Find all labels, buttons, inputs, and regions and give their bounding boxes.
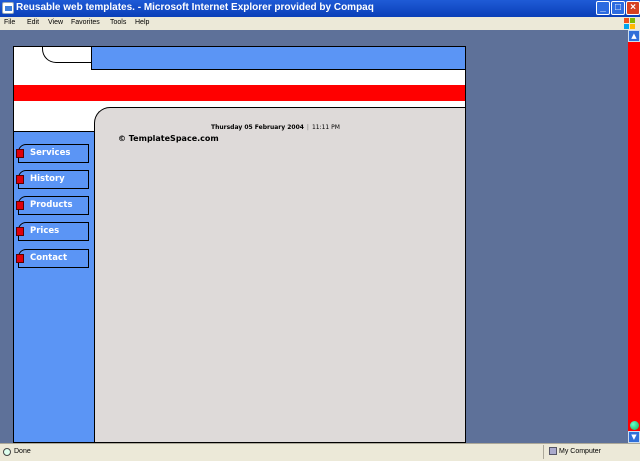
nav-label: Products [30, 200, 73, 210]
nav-label: History [30, 174, 65, 184]
title-bar: Reusable web templates. - Microsoft Inte… [0, 0, 640, 17]
globe-icon [630, 421, 639, 430]
menu-help[interactable]: Help [135, 19, 149, 26]
minimize-button[interactable]: _ [596, 1, 610, 15]
nav-label: Contact [30, 253, 68, 263]
red-bullet-icon [16, 149, 24, 158]
done-page-icon [3, 448, 11, 456]
red-bullet-icon [16, 254, 24, 263]
status-text: Done [14, 448, 31, 455]
close-button[interactable]: × [626, 1, 640, 15]
zone-label: My Computer [559, 448, 602, 455]
current-date: Thursday 05 February 2004 [211, 124, 304, 131]
copyright-text: © TemplateSpace.com [118, 134, 219, 143]
scroll-up-arrow-icon[interactable]: ▲ [628, 30, 640, 42]
header-curve [42, 47, 92, 63]
red-bullet-icon [16, 175, 24, 184]
nav-products-button[interactable]: Products [16, 196, 89, 215]
date-time-stamp: Thursday 05 February 2004 | 11:11 PM [211, 124, 340, 131]
template-page: Thursday 05 February 2004 | 11:11 PM © Tem… [13, 46, 466, 443]
red-bullet-icon [16, 201, 24, 210]
nav-label: Prices [30, 226, 60, 236]
menu-favorites[interactable]: Favorites [71, 19, 100, 26]
browser-viewport: Thursday 05 February 2004 | 11:11 PM © Tem… [0, 30, 628, 443]
status-bar: Done My Computer [0, 443, 640, 461]
header-blue-band [91, 47, 465, 70]
date-separator: | [306, 124, 309, 131]
content-panel: Thursday 05 February 2004 | 11:11 PM © Tem… [94, 107, 465, 442]
menu-edit[interactable]: Edit [27, 19, 39, 26]
security-zone: My Computer [543, 445, 637, 459]
maximize-button[interactable]: □ [611, 1, 625, 15]
menu-tools[interactable]: Tools [110, 19, 126, 26]
window-title: Reusable web templates. - Microsoft Inte… [16, 2, 374, 13]
windows-logo-icon [623, 17, 636, 29]
nav-label: Services [30, 148, 71, 158]
header-red-band [14, 85, 465, 101]
ie-page-icon [2, 2, 14, 14]
menu-file[interactable]: File [4, 19, 15, 26]
nav-services-button[interactable]: Services [16, 144, 89, 163]
menu-bar: File Edit View Favorites Tools Help [0, 17, 640, 30]
nav-history-button[interactable]: History [16, 170, 89, 189]
my-computer-icon [549, 447, 557, 455]
current-time: 11:11 PM [311, 124, 340, 131]
vertical-scrollbar[interactable]: ▲ ▼ [628, 30, 640, 443]
header-white-band [14, 70, 465, 85]
nav-contact-button[interactable]: Contact [16, 249, 89, 268]
red-bullet-icon [16, 227, 24, 236]
nav-prices-button[interactable]: Prices [16, 222, 89, 241]
menu-view[interactable]: View [48, 19, 63, 26]
scroll-down-arrow-icon[interactable]: ▼ [628, 431, 640, 443]
